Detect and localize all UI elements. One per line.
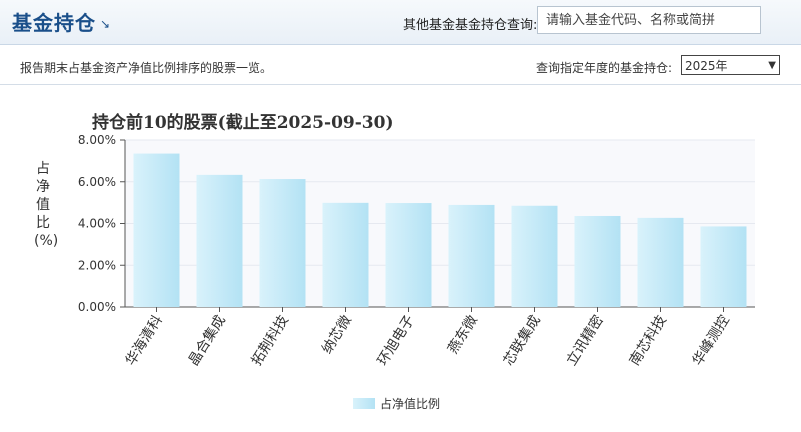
bar <box>448 204 495 307</box>
x-tick-label: 立讯精密 <box>563 312 607 368</box>
bar <box>322 202 369 307</box>
x-tick-label: 环旭电子 <box>375 313 418 369</box>
y-tick-label: 6.00% <box>78 175 116 189</box>
x-tick-label: 拓荆科技 <box>249 313 292 369</box>
y-tick-label: 2.00% <box>78 258 116 272</box>
bar <box>133 153 180 307</box>
x-tick-label: 纳芯微 <box>319 313 355 357</box>
bar <box>259 179 306 307</box>
bar <box>574 215 621 307</box>
y-tick-label: 4.00% <box>78 217 116 231</box>
y-tick-label: 0.00% <box>78 300 116 314</box>
x-tick-label: 华海清科 <box>123 313 166 369</box>
bar <box>511 205 558 307</box>
bar-chart: 0.00% 2.00% 4.00% 6.00% 8.00% 华海清科 晶合集成 拓荆科技 纳芯微… <box>78 133 755 411</box>
bar <box>637 217 684 307</box>
legend-label: 占净值比例 <box>380 396 440 411</box>
bar <box>196 174 243 307</box>
x-tick-label: 燕东微 <box>445 313 481 357</box>
x-tick-label: 华峰测控 <box>690 313 733 369</box>
x-tick-label: 南芯科技 <box>627 313 670 369</box>
bar <box>700 226 747 307</box>
x-tick-label: 芯联集成 <box>500 312 544 368</box>
legend-swatch <box>353 398 375 409</box>
x-tick-label: 晶合集成 <box>185 312 229 368</box>
y-tick-label: 8.00% <box>78 133 116 147</box>
bar <box>385 203 432 307</box>
